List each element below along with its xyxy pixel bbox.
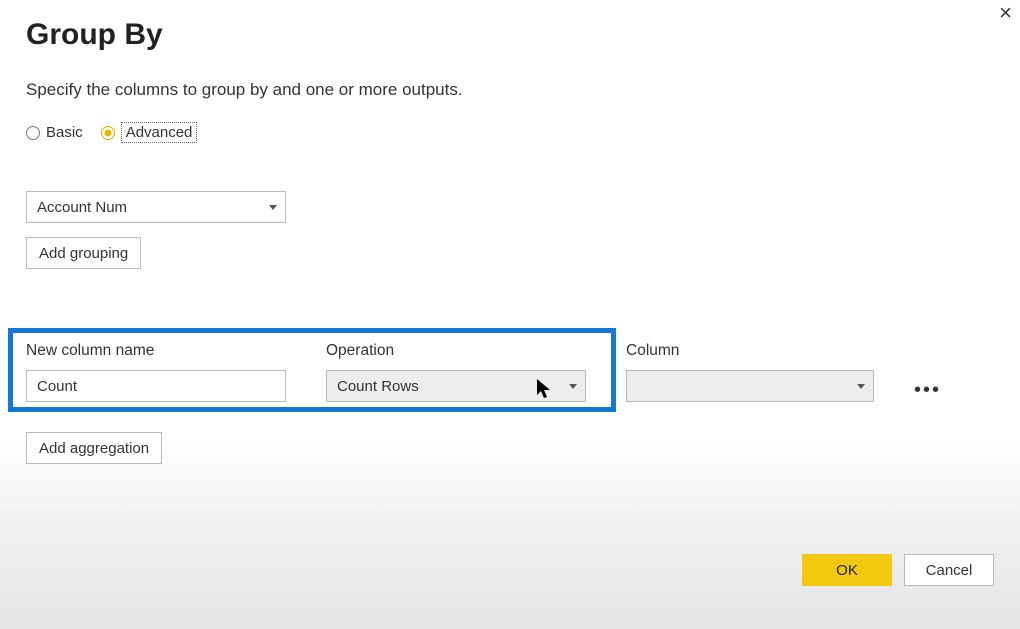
new-column-name-input[interactable] [26,370,286,402]
aggregation-row: New column name Operation Count Rows Col… [26,342,874,402]
chevron-down-icon [269,205,277,210]
radio-advanced[interactable]: Advanced [101,122,198,143]
row-options-icon[interactable]: ••• [914,379,941,402]
close-icon[interactable]: × [993,0,1018,30]
radio-basic-label: Basic [46,124,83,141]
radio-advanced-label: Advanced [121,122,198,143]
radio-basic[interactable]: Basic [26,124,83,141]
new-column-name-label: New column name [26,342,286,360]
operation-value: Count Rows [337,378,419,395]
add-grouping-button[interactable]: Add grouping [26,237,141,269]
operation-group: Operation Count Rows [326,342,586,402]
group-by-dialog: Group By Specify the columns to group by… [26,18,994,269]
add-grouping-label: Add grouping [39,245,128,262]
column-label: Column [626,342,874,360]
operation-label: Operation [326,342,586,360]
radio-icon [26,126,40,140]
dialog-footer: OK Cancel [802,554,994,586]
cancel-label: Cancel [926,562,973,579]
new-column-name-group: New column name [26,342,286,402]
chevron-down-icon [857,384,865,389]
dialog-title: Group By [26,18,994,52]
add-aggregation-label: Add aggregation [39,440,149,457]
column-select[interactable] [626,370,874,402]
add-aggregation-button[interactable]: Add aggregation [26,432,162,464]
radio-icon [101,126,115,140]
mode-radio-group: Basic Advanced [26,122,994,143]
column-group: Column [626,342,874,402]
group-column-value: Account Num [37,199,127,216]
group-column-select[interactable]: Account Num [26,191,286,223]
chevron-down-icon [569,384,577,389]
dialog-subtitle: Specify the columns to group by and one … [26,80,994,100]
cancel-button[interactable]: Cancel [904,554,994,586]
operation-select[interactable]: Count Rows [326,370,586,402]
ok-label: OK [836,562,858,579]
ok-button[interactable]: OK [802,554,892,586]
